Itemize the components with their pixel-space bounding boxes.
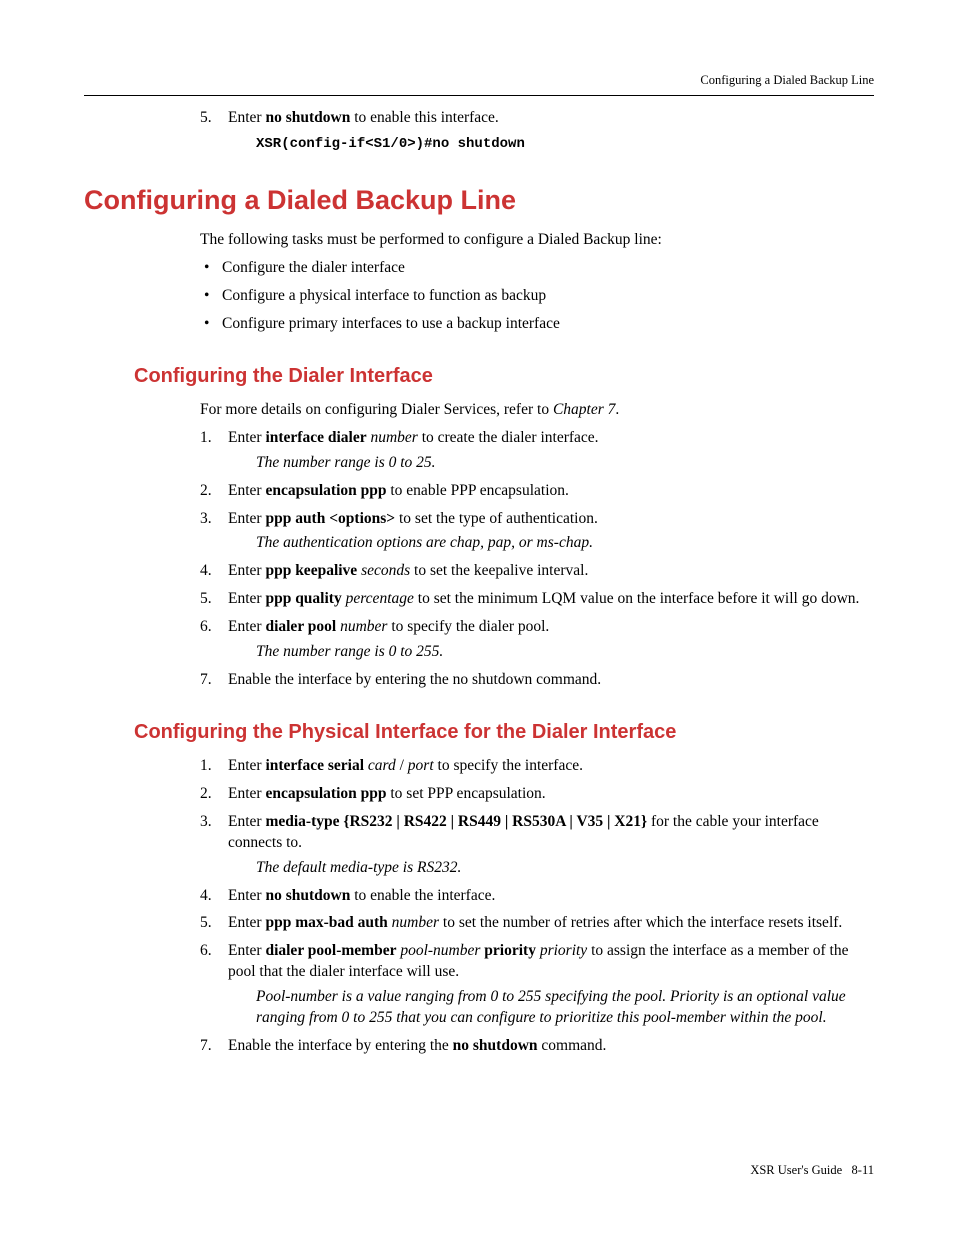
prev-step-5: 5. Enter no shutdown to enable this inte… xyxy=(200,108,874,154)
step-item: 1. Enter interface dialer number to creat… xyxy=(200,428,874,474)
step-note: The default media-type is RS232. xyxy=(256,858,874,879)
step-number: 2. xyxy=(200,784,222,805)
step-number: 4. xyxy=(200,886,222,907)
heading-2-physical: Configuring the Physical Interface for t… xyxy=(134,719,874,746)
heading-2-dialer: Configuring the Dialer Interface xyxy=(134,363,874,390)
intro-block: The following tasks must be performed to… xyxy=(84,230,874,335)
step-number: 3. xyxy=(200,812,222,833)
step-note: The authentication options are chap, pap… xyxy=(256,533,874,554)
step-text: Enter ppp quality percentage to set the … xyxy=(228,590,859,607)
bullet-item: Configure the dialer interface xyxy=(200,258,874,279)
bullet-item: Configure a physical interface to functi… xyxy=(200,286,874,307)
bullet-item: Configure primary interfaces to use a ba… xyxy=(200,314,874,335)
heading-1: Configuring a Dialed Backup Line xyxy=(84,182,874,218)
step-text: Enter ppp auth <options> to set the type… xyxy=(228,510,598,527)
step-text: Enter interface dialer number to create … xyxy=(228,429,599,446)
step-number: 5. xyxy=(200,913,222,934)
step-item: 4. Enter no shutdown to enable the interf… xyxy=(200,886,874,907)
running-header: Configuring a Dialed Backup Line xyxy=(84,72,874,89)
task-bullets: Configure the dialer interface Configure … xyxy=(200,258,874,335)
intro-text: The following tasks must be performed to… xyxy=(200,230,874,251)
step-number: 1. xyxy=(200,756,222,777)
step-number: 7. xyxy=(200,670,222,691)
section-physical: 1. Enter interface serial card / port to … xyxy=(84,756,874,1057)
step-number: 6. xyxy=(200,617,222,638)
step-text: Enter ppp keepalive seconds to set the k… xyxy=(228,562,588,579)
sec2-steps: 1. Enter interface serial card / port to … xyxy=(200,756,874,1057)
step-text: Enter dialer pool-member pool-number pri… xyxy=(228,942,848,980)
step-item: 7. Enable the interface by entering the n… xyxy=(200,670,874,691)
step-item: 5. Enter ppp max-bad auth number to set t… xyxy=(200,913,874,934)
step-item: 2. Enter encapsulation ppp to enable PPP … xyxy=(200,481,874,502)
step-number: 6. xyxy=(200,941,222,962)
step-text: Enter media-type {RS232 | RS422 | RS449 … xyxy=(228,813,819,851)
step-number: 5. xyxy=(200,108,222,129)
step-number: 1. xyxy=(200,428,222,449)
step-item: 6. Enter dialer pool-member pool-number p… xyxy=(200,941,874,1029)
footer-pagenum: 8-11 xyxy=(852,1163,874,1177)
step-number: 7. xyxy=(200,1036,222,1057)
sec1-steps: 1. Enter interface dialer number to creat… xyxy=(200,428,874,691)
step-number: 5. xyxy=(200,589,222,610)
step-note: The number range is 0 to 25. xyxy=(256,453,874,474)
step-text: Enable the interface by entering the no … xyxy=(228,671,601,688)
step-text: Enter no shutdown to enable the interfac… xyxy=(228,887,495,904)
step-item: 1. Enter interface serial card / port to … xyxy=(200,756,874,777)
header-rule xyxy=(84,95,874,96)
step-number: 3. xyxy=(200,509,222,530)
step-item: 5. Enter ppp quality percentage to set th… xyxy=(200,589,874,610)
step-item: 2. Enter encapsulation ppp to set PPP enc… xyxy=(200,784,874,805)
prev-section-continuation: 5. Enter no shutdown to enable this inte… xyxy=(84,108,874,154)
code-line: XSR(config-if<S1/0>)#no shutdown xyxy=(256,135,874,154)
section-dialer: For more details on configuring Dialer S… xyxy=(84,400,874,691)
step-item: 7. Enable the interface by entering the n… xyxy=(200,1036,874,1057)
step-text: Enable the interface by entering the no … xyxy=(228,1037,606,1054)
sec1-lead: For more details on configuring Dialer S… xyxy=(200,400,874,421)
step-text: Enter interface serial card / port to sp… xyxy=(228,757,583,774)
step-text: Enter no shutdown to enable this interfa… xyxy=(228,109,499,126)
page: Configuring a Dialed Backup Line 5. Ente… xyxy=(0,0,954,1235)
step-number: 4. xyxy=(200,561,222,582)
step-note: Pool-number is a value ranging from 0 to… xyxy=(256,987,874,1029)
step-item: 4. Enter ppp keepalive seconds to set the… xyxy=(200,561,874,582)
step-text: Enter encapsulation ppp to set PPP encap… xyxy=(228,785,546,802)
step-item: 3. Enter ppp auth <options> to set the ty… xyxy=(200,509,874,555)
step-text: Enter ppp max-bad auth number to set the… xyxy=(228,914,842,931)
step-item: 6. Enter dialer pool number to specify th… xyxy=(200,617,874,663)
step-note: The number range is 0 to 255. xyxy=(256,642,874,663)
step-item: 3. Enter media-type {RS232 | RS422 | RS44… xyxy=(200,812,874,879)
page-footer: XSR User's Guide 8-11 xyxy=(750,1162,874,1179)
footer-guide: XSR User's Guide xyxy=(750,1163,842,1177)
step-text: Enter encapsulation ppp to enable PPP en… xyxy=(228,482,569,499)
step-text: Enter dialer pool number to specify the … xyxy=(228,618,549,635)
step-number: 2. xyxy=(200,481,222,502)
